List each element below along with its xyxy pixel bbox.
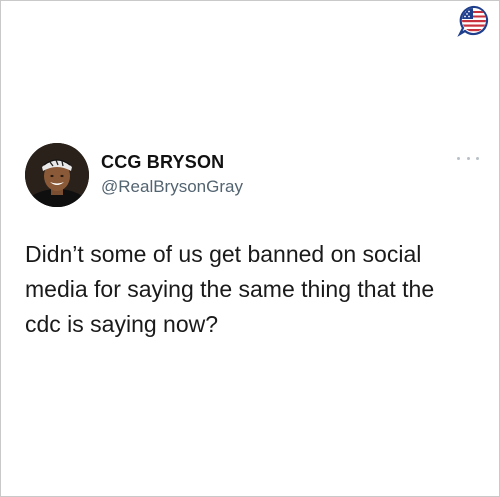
american-flag-speech-bubble-icon xyxy=(457,5,491,37)
more-dot xyxy=(476,156,479,160)
tweet-card: CCG BRYSON @RealBrysonGray Didn’t some o… xyxy=(0,0,500,497)
more-dot xyxy=(457,156,460,160)
tweet-text: Didn’t some of us get banned on social m… xyxy=(25,241,435,337)
tweet-header: CCG BRYSON @RealBrysonGray xyxy=(25,143,479,213)
more-options-icon[interactable] xyxy=(457,151,479,165)
avatar[interactable] xyxy=(25,143,89,207)
user-handle[interactable]: @RealBrysonGray xyxy=(101,176,243,198)
display-name[interactable]: CCG BRYSON xyxy=(101,151,243,173)
author-identity: CCG BRYSON @RealBrysonGray xyxy=(101,151,243,198)
more-dot xyxy=(466,156,470,160)
